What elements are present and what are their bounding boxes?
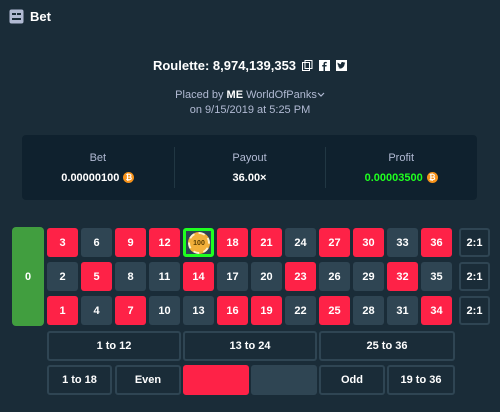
- number-cell[interactable]: 19: [251, 296, 282, 325]
- number-cell[interactable]: 7: [115, 296, 146, 325]
- stat-profit: Profit 0.00003500 ₿: [325, 135, 477, 200]
- number-cell[interactable]: 31: [387, 296, 418, 325]
- number-cell[interactable]: 18: [217, 228, 248, 257]
- bet-chip: 100: [188, 232, 210, 254]
- number-cell[interactable]: 3: [47, 228, 78, 257]
- even-bet[interactable]: Even: [115, 365, 181, 395]
- game-id-line: Roulette: 8,974,139,353: [0, 58, 500, 73]
- stat-profit-label: Profit: [388, 151, 415, 164]
- number-cell[interactable]: 28: [353, 296, 384, 325]
- number-cell[interactable]: 23: [285, 262, 316, 291]
- bet-stats-panel: Bet 0.00000100 ₿ Payout 36.00× Profit 0.0…: [22, 135, 477, 200]
- stat-payout-value: 36.00×: [232, 171, 267, 184]
- user-badge: ME: [226, 89, 244, 101]
- modal-header: Bet: [0, 0, 500, 32]
- number-cell[interactable]: 100: [183, 228, 214, 257]
- placed-by-prefix: Placed by: [175, 89, 224, 101]
- stat-bet-label: Bet: [89, 151, 107, 164]
- number-cell[interactable]: 14: [183, 262, 214, 291]
- facebook-icon[interactable]: [318, 60, 330, 72]
- number-cell[interactable]: 22: [285, 296, 316, 325]
- twitter-icon[interactable]: [335, 60, 347, 72]
- number-cell[interactable]: 33: [387, 228, 418, 257]
- bitcoin-icon: ₿: [426, 172, 438, 183]
- chevron-down-icon[interactable]: [317, 89, 325, 101]
- number-cell[interactable]: 27: [319, 228, 350, 257]
- number-cell[interactable]: 11: [149, 262, 180, 291]
- number-cell[interactable]: 12: [149, 228, 180, 257]
- bet-slip-icon: [9, 9, 24, 24]
- number-cell[interactable]: 35: [421, 262, 452, 291]
- dozen-bet[interactable]: 1 to 12: [47, 331, 181, 361]
- number-cell[interactable]: 13: [183, 296, 214, 325]
- odd-bet[interactable]: Odd: [319, 365, 385, 395]
- stat-payout-label: Payout: [232, 151, 267, 164]
- number-cell[interactable]: 1: [47, 296, 78, 325]
- number-cell[interactable]: 29: [353, 262, 384, 291]
- number-cell[interactable]: 6: [81, 228, 112, 257]
- stat-bet: Bet 0.00000100 ₿: [22, 135, 174, 200]
- number-cell[interactable]: 34: [421, 296, 452, 325]
- number-cell[interactable]: 17: [217, 262, 248, 291]
- number-cell[interactable]: 32: [387, 262, 418, 291]
- stat-payout: Payout 36.00×: [173, 135, 326, 200]
- modal-title: Bet: [30, 8, 51, 24]
- column-bet[interactable]: 2:1: [459, 296, 490, 325]
- column-bet[interactable]: 2:1: [459, 228, 490, 257]
- number-cell[interactable]: 30: [353, 228, 384, 257]
- number-cell[interactable]: 25: [319, 296, 350, 325]
- dozen-bet[interactable]: 13 to 24: [183, 331, 317, 361]
- placed-by-info: Placed by ME WorldOfPanks on 9/15/2019 a…: [0, 88, 500, 118]
- number-cell[interactable]: 24: [285, 228, 316, 257]
- number-cell[interactable]: 36: [421, 228, 452, 257]
- number-cell[interactable]: 2: [47, 262, 78, 291]
- column-bet[interactable]: 2:1: [459, 262, 490, 291]
- copy-icon[interactable]: [301, 60, 313, 72]
- number-cell[interactable]: 4: [81, 296, 112, 325]
- username-link[interactable]: WorldOfPanks: [246, 89, 317, 101]
- stat-profit-value: 0.00003500: [364, 171, 423, 184]
- number-cell[interactable]: 10: [149, 296, 180, 325]
- low-bet[interactable]: 1 to 18: [47, 365, 112, 395]
- number-zero[interactable]: 0: [12, 227, 44, 326]
- number-cell[interactable]: 20: [251, 262, 282, 291]
- number-cell[interactable]: 9: [115, 228, 146, 257]
- dozen-bet[interactable]: 25 to 36: [319, 331, 455, 361]
- game-id-label: Roulette: 8,974,139,353: [152, 58, 297, 73]
- number-cell[interactable]: 5: [81, 262, 112, 291]
- black-bet[interactable]: [251, 365, 317, 395]
- placed-date: on 9/15/2019 at 5:25 PM: [189, 104, 311, 116]
- number-cell[interactable]: 8: [115, 262, 146, 291]
- bitcoin-icon: ₿: [123, 172, 135, 183]
- stat-bet-value: 0.00000100: [61, 171, 120, 184]
- red-bet[interactable]: [183, 365, 249, 395]
- number-cell[interactable]: 16: [217, 296, 248, 325]
- high-bet[interactable]: 19 to 36: [387, 365, 455, 395]
- number-cell[interactable]: 26: [319, 262, 350, 291]
- number-cell[interactable]: 21: [251, 228, 282, 257]
